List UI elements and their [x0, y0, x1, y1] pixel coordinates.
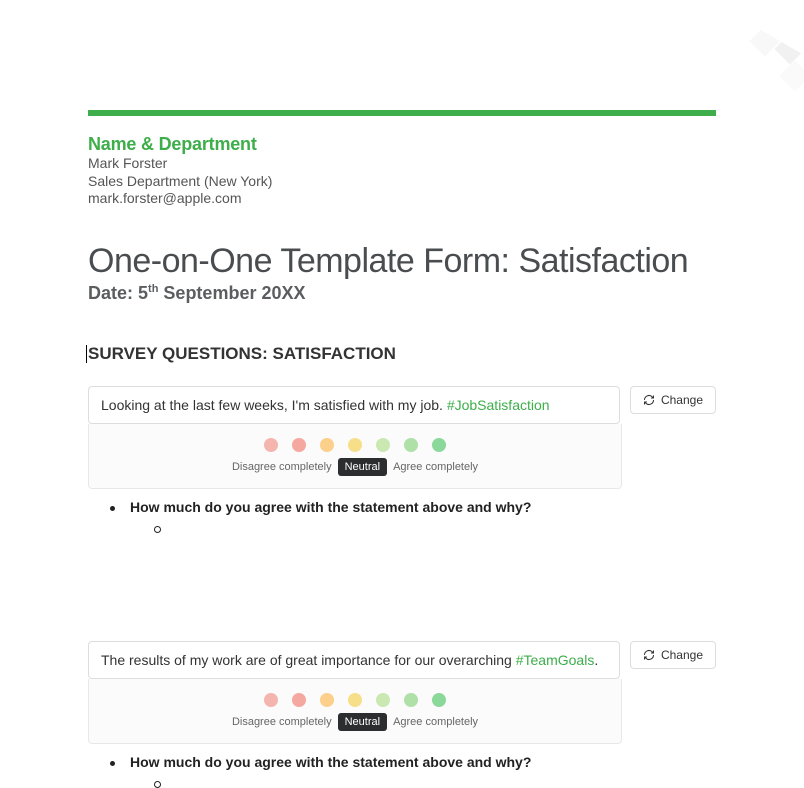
scale-dot-6[interactable]	[404, 693, 418, 707]
scale-dot-5[interactable]	[376, 438, 390, 452]
scale-dot-1[interactable]	[264, 438, 278, 452]
scale-dot-3[interactable]	[320, 693, 334, 707]
scale-dot-2[interactable]	[292, 693, 306, 707]
scale-dot-6[interactable]	[404, 438, 418, 452]
question-input-1[interactable]: Looking at the last few weeks, I'm satis…	[88, 386, 620, 424]
text-cursor	[86, 345, 87, 363]
scale-label-neutral: Neutral	[338, 458, 387, 476]
scale-label-left: Disagree completely	[232, 461, 332, 473]
scale-dot-4[interactable]	[348, 438, 362, 452]
scale-label-left: Disagree completely	[232, 716, 332, 728]
scale-dot-1[interactable]	[264, 693, 278, 707]
header-green-bar	[88, 110, 716, 116]
scale-label-right: Agree completely	[393, 461, 478, 473]
scale-dot-7[interactable]	[432, 438, 446, 452]
change-button-2[interactable]: Change	[630, 641, 716, 669]
page-title: One-on-One Template Form: Satisfaction	[88, 242, 716, 281]
change-button-1[interactable]: Change	[630, 386, 716, 414]
email-line: mark.forster@apple.com	[88, 190, 716, 208]
followup-question-2: How much do you agree with the statement…	[130, 754, 716, 770]
likert-scale-2: Disagree completely Neutral Agree comple…	[88, 679, 622, 744]
followup-answer-bullet-2[interactable]	[168, 778, 716, 788]
followup-question-1: How much do you agree with the statement…	[130, 499, 716, 515]
scale-label-neutral: Neutral	[338, 713, 387, 731]
department-line: Sales Department (New York)	[88, 173, 716, 191]
question-input-2[interactable]: The results of my work are of great impo…	[88, 641, 620, 679]
survey-heading: SURVEY QUESTIONS: SATISFACTION	[88, 344, 716, 364]
question-block-2: The results of my work are of great impo…	[88, 641, 716, 788]
scale-dot-7[interactable]	[432, 693, 446, 707]
name-line: Mark Forster	[88, 155, 716, 173]
scale-dot-3[interactable]	[320, 438, 334, 452]
scale-dot-4[interactable]	[348, 693, 362, 707]
followup-answer-bullet-1[interactable]	[168, 523, 716, 533]
scale-dot-2[interactable]	[292, 438, 306, 452]
document-page: Name & Department Mark Forster Sales Dep…	[0, 0, 804, 788]
question-block-1: Looking at the last few weeks, I'm satis…	[88, 386, 716, 533]
date-line: Date: 5th September 20XX	[88, 283, 716, 304]
scale-dot-5[interactable]	[376, 693, 390, 707]
section-label: Name & Department	[88, 134, 716, 155]
scale-label-right: Agree completely	[393, 716, 478, 728]
likert-scale-1: Disagree completely Neutral Agree comple…	[88, 424, 622, 489]
refresh-icon	[643, 394, 655, 406]
refresh-icon	[643, 649, 655, 661]
